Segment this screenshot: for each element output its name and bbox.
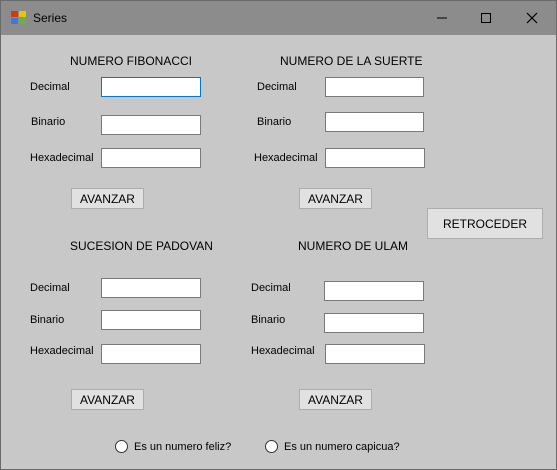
app-icon bbox=[11, 11, 27, 25]
fibonacci-binario-label: Binario bbox=[31, 116, 66, 128]
window-title: Series bbox=[33, 11, 68, 25]
padovan-decimal-input[interactable] bbox=[101, 278, 201, 298]
fibonacci-binario-input[interactable] bbox=[101, 115, 201, 135]
minimize-button[interactable] bbox=[419, 1, 465, 35]
feliz-radio-label: Es un numero feliz? bbox=[134, 440, 232, 453]
suerte-hexadecimal-label: Hexadecimal bbox=[254, 152, 318, 164]
suerte-binario-label: Binario bbox=[257, 116, 292, 128]
suerte-header: NUMERO DE LA SUERTE bbox=[280, 54, 423, 68]
maximize-button[interactable] bbox=[463, 1, 509, 35]
retroceder-button[interactable]: RETROCEDER bbox=[427, 208, 543, 239]
ulam-decimal-input[interactable] bbox=[324, 281, 424, 301]
minimize-icon bbox=[437, 17, 447, 19]
close-button[interactable] bbox=[509, 1, 555, 35]
series-window: Series NUMERO FIBONACCI Decimal Binario … bbox=[0, 0, 557, 470]
feliz-radio-button[interactable] bbox=[115, 440, 128, 453]
ulam-hexadecimal-input[interactable] bbox=[325, 344, 425, 364]
maximize-icon bbox=[481, 13, 491, 23]
padovan-hexadecimal-input[interactable] bbox=[101, 344, 201, 364]
padovan-binario-label: Binario bbox=[30, 314, 65, 326]
padovan-avanzar-button[interactable]: AVANZAR bbox=[71, 389, 144, 410]
padovan-hexadecimal-label: Hexadecimal bbox=[30, 345, 94, 357]
close-icon bbox=[526, 12, 538, 24]
ulam-avanzar-button[interactable]: AVANZAR bbox=[299, 389, 372, 410]
suerte-decimal-label: Decimal bbox=[257, 81, 297, 93]
ulam-binario-input[interactable] bbox=[324, 313, 424, 333]
ulam-hexadecimal-label: Hexadecimal bbox=[251, 345, 315, 357]
capicua-radio-option[interactable]: Es un numero capicua? bbox=[265, 440, 400, 453]
fibonacci-decimal-input[interactable] bbox=[101, 77, 201, 97]
ulam-decimal-label: Decimal bbox=[251, 282, 291, 294]
padovan-decimal-label: Decimal bbox=[30, 282, 70, 294]
suerte-hexadecimal-input[interactable] bbox=[325, 148, 425, 168]
fibonacci-hexadecimal-label: Hexadecimal bbox=[30, 152, 94, 164]
title-bar[interactable]: Series bbox=[1, 1, 556, 35]
capicua-radio-button[interactable] bbox=[265, 440, 278, 453]
ulam-binario-label: Binario bbox=[251, 314, 286, 326]
capicua-radio-label: Es un numero capicua? bbox=[284, 440, 400, 453]
suerte-avanzar-button[interactable]: AVANZAR bbox=[299, 188, 372, 209]
fibonacci-hexadecimal-input[interactable] bbox=[101, 148, 201, 168]
fibonacci-header: NUMERO FIBONACCI bbox=[70, 54, 193, 68]
suerte-binario-input[interactable] bbox=[325, 112, 424, 132]
suerte-decimal-input[interactable] bbox=[325, 77, 424, 97]
ulam-header: NUMERO DE ULAM bbox=[298, 239, 409, 253]
fibonacci-decimal-label: Decimal bbox=[30, 81, 70, 93]
fibonacci-avanzar-button[interactable]: AVANZAR bbox=[71, 188, 144, 209]
feliz-radio-option[interactable]: Es un numero feliz? bbox=[115, 440, 231, 453]
padovan-header: SUCESION DE PADOVAN bbox=[70, 239, 213, 253]
padovan-binario-input[interactable] bbox=[101, 310, 201, 330]
